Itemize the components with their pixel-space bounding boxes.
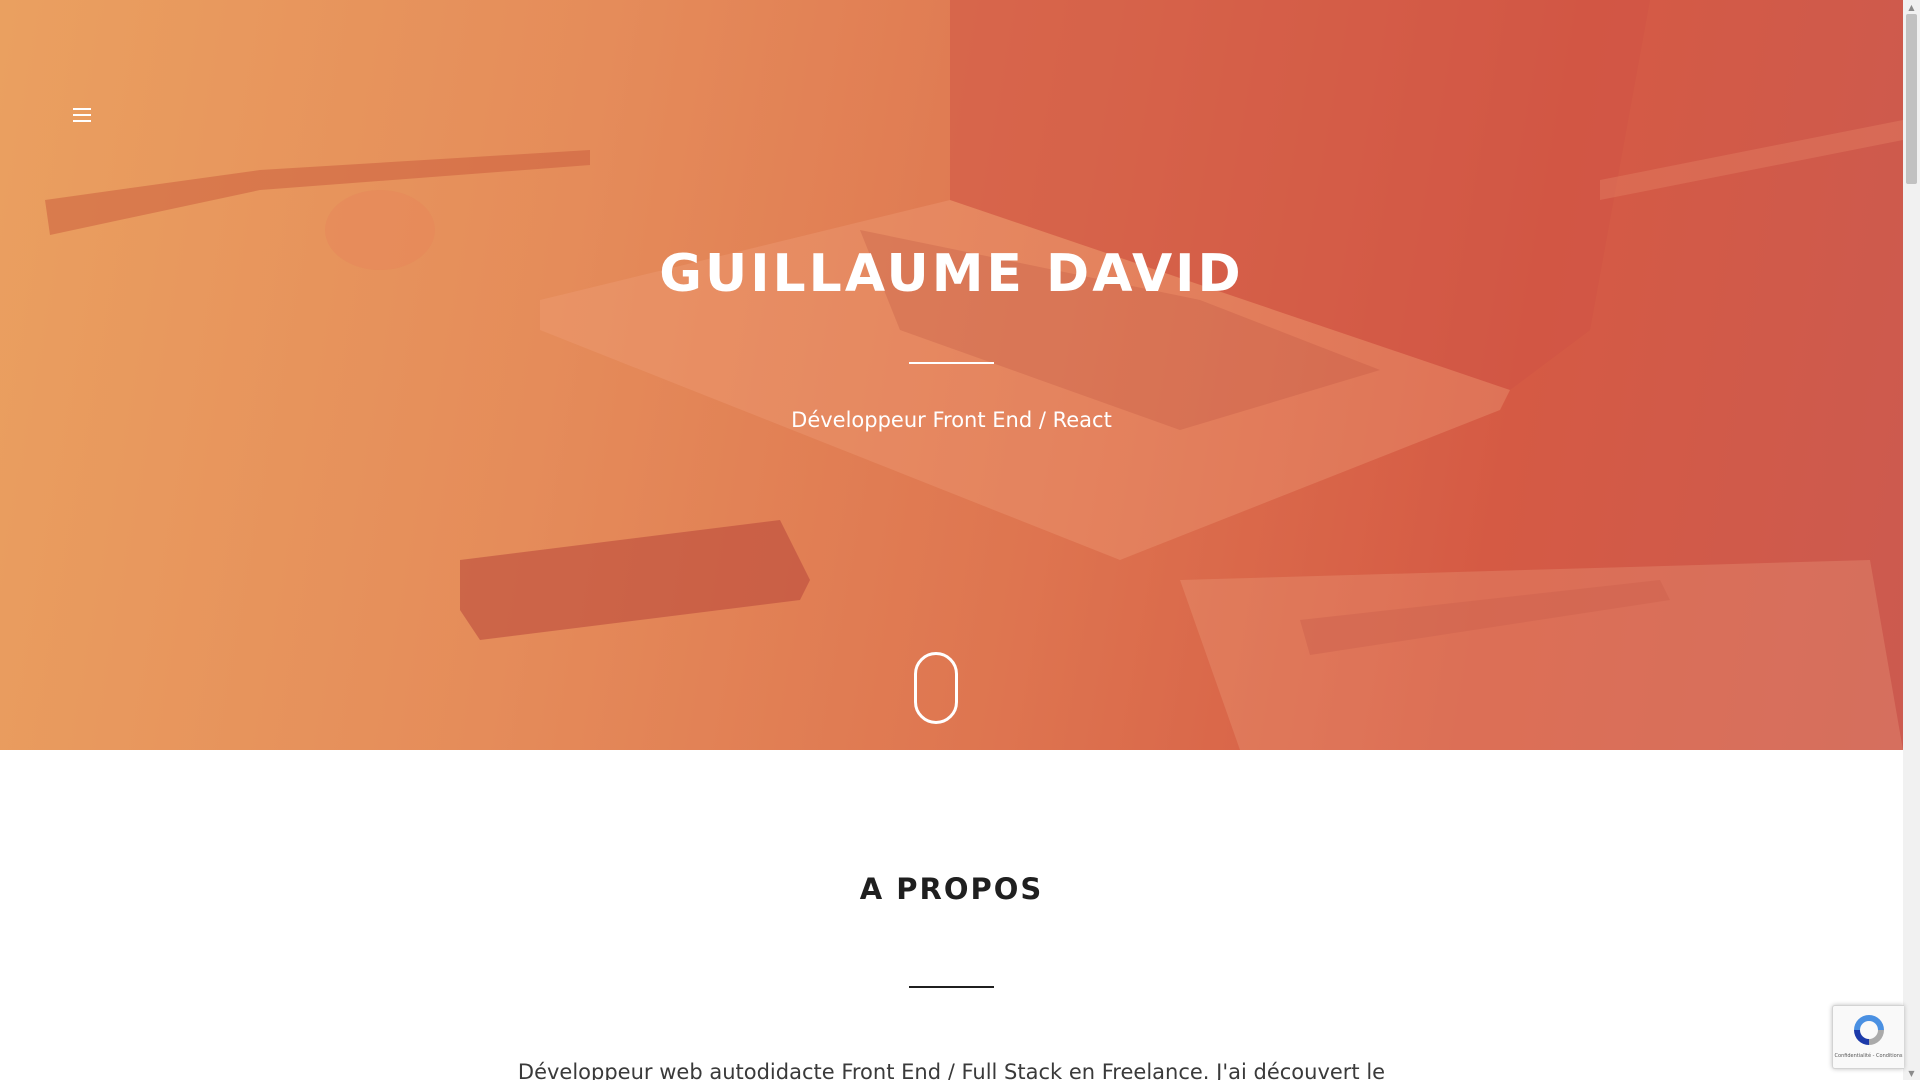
hero-subtitle: Développeur Front End / React (791, 408, 1112, 432)
hamburger-menu-icon (73, 108, 91, 122)
scroll-up-arrow-icon[interactable]: ▲ (1903, 0, 1920, 14)
scrollbar-thumb[interactable] (1906, 14, 1917, 184)
vertical-scrollbar[interactable]: ▲ ▼ (1903, 0, 1920, 1080)
scroll-down-mouse-icon[interactable] (914, 652, 958, 724)
recaptcha-badge[interactable]: Confidentialité - Conditions (1832, 1005, 1904, 1069)
about-divider (909, 986, 994, 988)
page: Guillaume David Développeur Front End / … (0, 0, 1920, 1080)
menu-button[interactable] (70, 103, 94, 127)
hero-title: Guillaume David (659, 244, 1244, 304)
about-intro-text: Développeur web autodidacte Front End / … (517, 1060, 1386, 1080)
hero-divider (909, 362, 994, 364)
about-title: A propos (859, 872, 1044, 906)
hero-section: Guillaume David Développeur Front End / … (0, 0, 1903, 750)
scroll-down-arrow-icon[interactable]: ▼ (1903, 1066, 1920, 1080)
recaptcha-logo-icon (1854, 1015, 1884, 1045)
hero-background-image (45, 0, 1903, 750)
recaptcha-links[interactable]: Confidentialité - Conditions (1833, 1053, 1904, 1059)
